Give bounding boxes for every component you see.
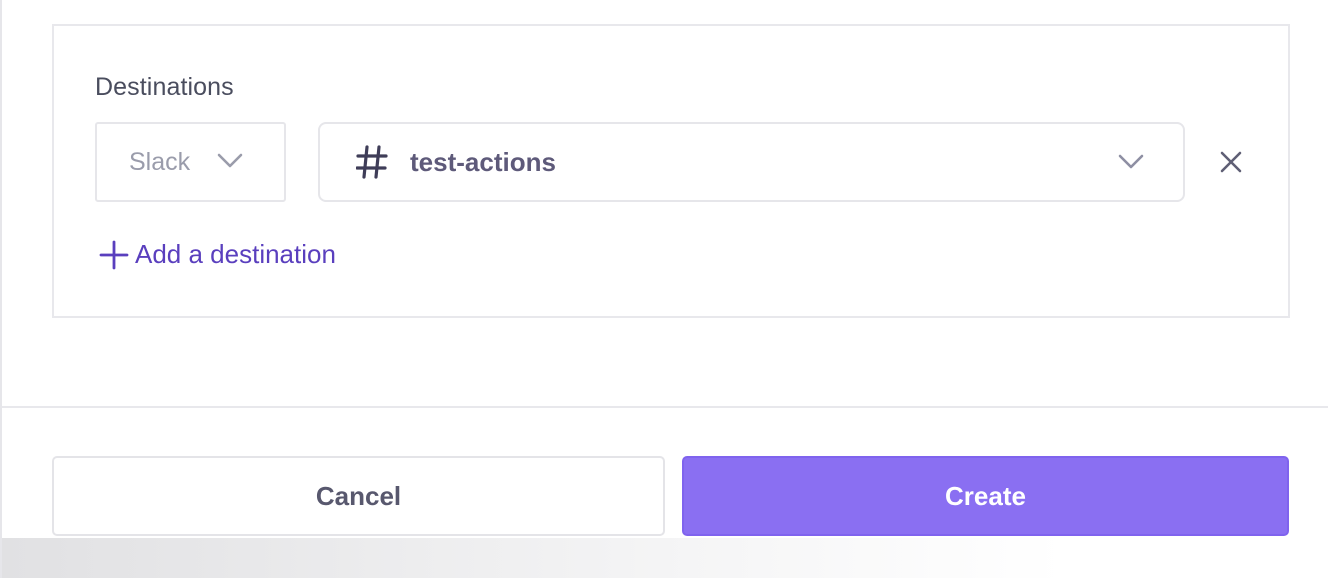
add-destination-label: Add a destination	[135, 239, 336, 269]
destinations-label: Destinations	[95, 73, 234, 101]
provider-select-value: Slack	[129, 147, 191, 176]
channel-select[interactable]: test-actions	[318, 122, 1185, 202]
create-button[interactable]: Create	[682, 456, 1289, 536]
add-destination-link[interactable]: Add a destination	[99, 239, 336, 270]
create-action-dialog: Destinations Slack test-actions Add a de…	[0, 0, 1328, 578]
bottom-shadow	[2, 538, 1328, 578]
destinations-card: Destinations Slack test-actions Add a de…	[52, 24, 1290, 318]
cancel-button[interactable]: Cancel	[52, 456, 665, 536]
close-icon[interactable]	[1218, 149, 1244, 175]
channel-select-value: test-actions	[410, 146, 556, 177]
chevron-down-icon	[217, 153, 243, 168]
footer-divider	[2, 406, 1328, 408]
plus-icon	[99, 240, 129, 269]
chevron-down-icon	[1118, 154, 1144, 169]
hash-icon	[356, 145, 388, 179]
provider-select[interactable]: Slack	[95, 122, 286, 202]
